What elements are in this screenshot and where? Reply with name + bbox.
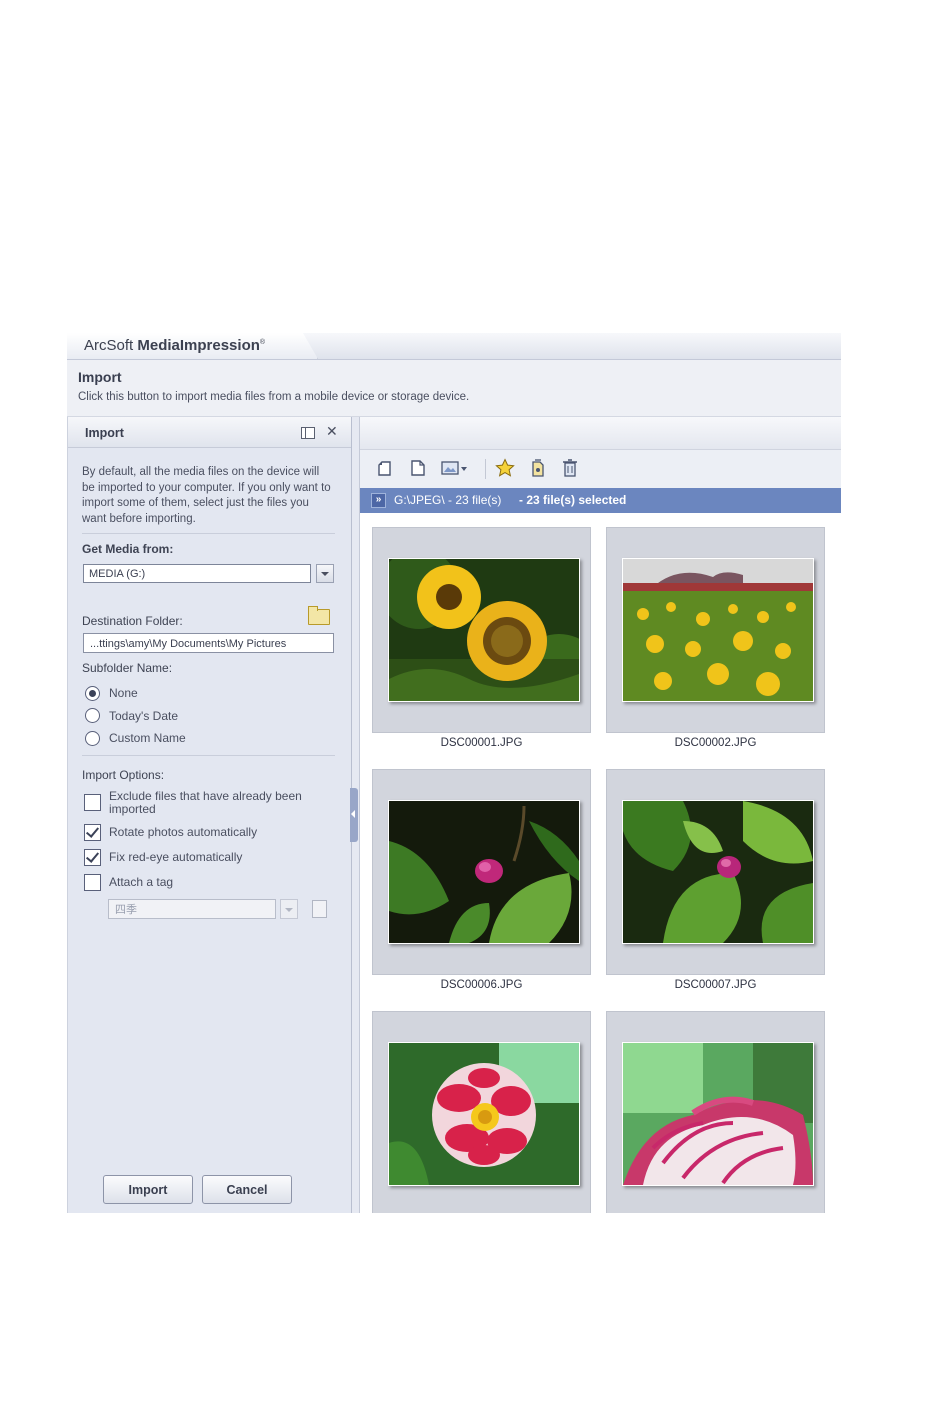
thumbnail[interactable] [606,527,825,733]
divider [82,533,335,534]
thumbnail[interactable] [606,1011,825,1213]
radio-todays-date-label: Today's Date [109,709,178,723]
close-icon[interactable]: ✕ [326,423,338,439]
fix-red-eye-checkbox[interactable] [84,849,101,866]
folder-path: G:\JPEG\ - 23 file(s) [394,493,502,507]
thumbnail-filename: DSC00007.JPG [674,979,757,991]
page-title: Import [78,369,122,385]
app-title-mark: ® [259,339,266,346]
rotate-photos-label: Rotate photos automatically [109,825,258,839]
panel-description: By default, all the media files on the d… [82,466,331,525]
toolbar-divider [485,459,486,479]
radio-custom-name-label: Custom Name [109,731,186,745]
radio-todays-date[interactable] [85,708,100,723]
destination-field[interactable]: ...ttings\amy\My Documents\My Pictures [83,633,334,653]
view-mode-icon[interactable] [440,458,470,478]
thumbnail-filename: DSC00002.JPG [674,737,757,749]
import-options-label: Import Options: [82,768,165,782]
expand-path-icon[interactable]: » [371,493,386,508]
radio-custom-name[interactable] [85,731,100,746]
panel-title: Import [85,426,124,440]
photo-red-peony [388,1042,580,1186]
photo-sunflower-field [622,558,814,702]
thumbnail[interactable] [606,769,825,975]
photo-pink-bud-leaves [622,800,814,944]
rotate-photos-checkbox[interactable] [84,824,101,841]
exclude-imported-checkbox[interactable] [84,794,101,811]
fix-red-eye-label: Fix red-eye automatically [109,850,243,864]
attach-tag-checkbox[interactable] [84,874,101,891]
tag-icon[interactable] [528,458,548,478]
photo-sunflower [388,558,580,702]
thumbnail[interactable] [372,769,591,975]
app-title-prefix: ArcSoft [84,337,138,354]
destination-label: Destination Folder: [82,614,183,628]
collapse-panel-handle[interactable] [350,788,358,842]
title-bar: ArcSoft MediaImpression® [67,333,841,360]
radio-none[interactable] [85,686,100,701]
page-header: Import Click this button to import media… [67,360,841,417]
browse-folder-icon[interactable] [308,606,330,625]
import-panel: Import ✕ By default, all the media files… [67,417,352,1213]
import-button[interactable]: Import [103,1175,193,1204]
thumbnail-filename: DSC00001.JPG [440,737,523,749]
rotate-right-icon[interactable] [408,458,428,478]
thumbnail-filename: DSC00006.JPG [440,979,523,991]
delete-icon[interactable] [560,458,580,478]
get-media-label: Get Media from: [82,542,174,556]
subfolder-label: Subfolder Name: [82,661,173,675]
thumbnail[interactable] [372,527,591,733]
chevron-down-icon[interactable] [316,564,334,583]
rating-star-icon[interactable] [495,458,515,478]
new-tag-icon[interactable] [312,900,327,918]
app-window: ArcSoft MediaImpression® Import Click th… [67,333,841,1213]
tag-select[interactable]: 四季 [108,899,276,919]
chevron-down-icon[interactable] [280,899,298,919]
panel-header: Import ✕ [68,417,351,448]
thumbnail-grid: DSC00001.JPG DSC00002.JPG DSC00006.JPG D… [360,513,841,1213]
rotate-left-icon[interactable] [376,458,396,478]
photo-pink-bud [388,800,580,944]
path-bar: » G:\JPEG\ - 23 file(s) - 23 file(s) sel… [360,488,841,513]
dock-panel-icon[interactable] [301,427,315,439]
media-source-select[interactable]: MEDIA (G:) [83,564,311,583]
selection-count: - 23 file(s) selected [519,493,627,507]
browser-toolbar [360,450,841,488]
page-description: Click this button to import media files … [78,391,470,403]
radio-none-label: None [109,686,138,700]
app-title-bold: MediaImpression [137,337,260,354]
app-title: ArcSoft MediaImpression® [84,337,265,354]
exclude-imported-label: Exclude files that have already been imp… [109,789,302,816]
photo-pink-peony [622,1042,814,1186]
thumbnail[interactable] [372,1011,591,1213]
media-browser: » G:\JPEG\ - 23 file(s) - 23 file(s) sel… [359,417,841,1213]
divider [82,755,335,756]
cancel-button[interactable]: Cancel [202,1175,292,1204]
attach-tag-label: Attach a tag [109,875,174,889]
browser-header [360,417,841,450]
